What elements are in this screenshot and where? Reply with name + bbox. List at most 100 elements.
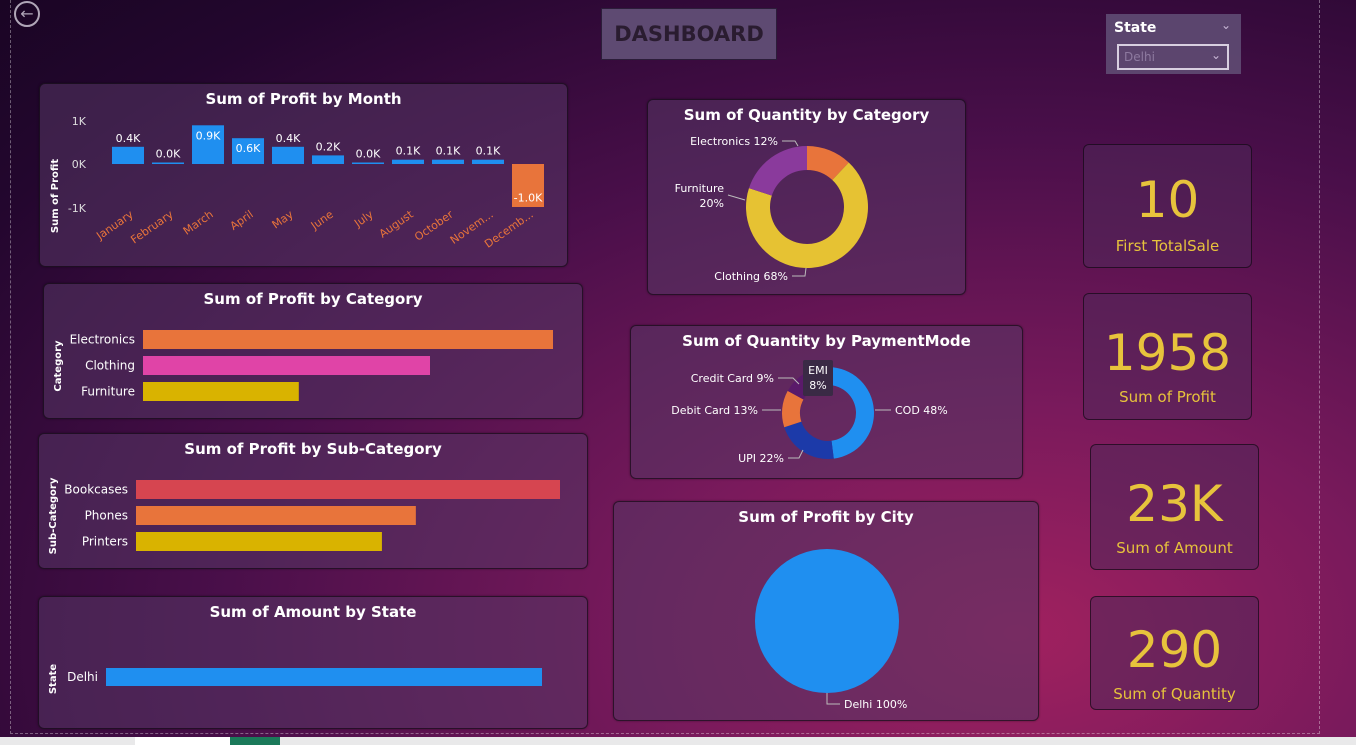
slice-label: 20% (700, 197, 724, 210)
slice-label: Electronics 12% (690, 135, 778, 148)
amount-by-state-card[interactable]: Sum of Amount by State State Delhi (38, 596, 588, 729)
data-label: 0.9K (196, 129, 221, 142)
data-label: 0.2K (316, 140, 341, 153)
bar[interactable] (136, 506, 416, 525)
data-label: 0.0K (356, 148, 381, 161)
quantity-by-paymentmode-card[interactable]: Sum of Quantity by PaymentMode COD 48% UP… (630, 325, 1023, 479)
pie-slice[interactable] (748, 146, 807, 196)
profit-by-city-card[interactable]: Sum of Profit by City Delhi 100% (613, 501, 1039, 721)
profit-by-category-card[interactable]: Sum of Profit by Category Category Elect… (43, 283, 583, 419)
x-tick: August (377, 207, 417, 240)
kpi-label: Sum of Profit (1119, 388, 1216, 406)
state-slicer[interactable]: State ⌄ Delhi ⌄ (1106, 14, 1241, 74)
kpi-value: 10 (1135, 171, 1200, 229)
amount-by-state-chart: State Delhi (48, 664, 542, 695)
data-label: -1.0K (514, 192, 543, 205)
back-arrow-icon[interactable]: ← (14, 1, 40, 27)
leader-line (782, 140, 799, 147)
category-label: Electronics (70, 333, 135, 347)
kpi-label: Sum of Amount (1116, 539, 1233, 557)
tooltip-value: 8% (809, 379, 826, 392)
leader-line (826, 693, 840, 705)
pie-slice[interactable] (784, 421, 834, 459)
data-label: 0.0K (156, 148, 181, 161)
category-label: Furniture (81, 385, 135, 399)
slice-label: Delhi 100% (844, 698, 907, 711)
kpi-label: First TotalSale (1115, 237, 1220, 255)
y-tick: 0K (72, 158, 87, 171)
bar[interactable] (143, 356, 430, 375)
axis-label: Category (53, 340, 64, 392)
x-tick: February (128, 208, 176, 247)
category-label: Phones (85, 509, 128, 523)
bar[interactable] (272, 146, 304, 164)
leader-line (727, 194, 746, 201)
bar[interactable] (152, 162, 184, 165)
kpi-sum-of-profit[interactable]: 1958 Sum of Profit (1083, 293, 1252, 420)
profit-by-category-chart: Category Electronics Clothing Furniture (53, 330, 553, 401)
y-tick: 1K (72, 115, 87, 128)
data-label: 0.1K (436, 145, 461, 158)
axis-label: State (48, 664, 59, 695)
active-page-tab[interactable] (230, 737, 280, 745)
kpi-sum-of-quantity[interactable]: 290 Sum of Quantity (1090, 596, 1259, 710)
dropdown-chevron-icon: ⌄ (1210, 48, 1221, 62)
kpi-first-totalsale[interactable]: 10 First TotalSale (1083, 144, 1252, 268)
bar[interactable] (352, 162, 384, 165)
bar[interactable] (392, 159, 424, 164)
state-dropdown[interactable]: Delhi ⌄ (1117, 44, 1229, 70)
chevron-down-icon[interactable]: ⌄ (1221, 18, 1231, 32)
axis-label: Sub-Category (48, 477, 59, 554)
bar[interactable] (143, 330, 553, 349)
page-tab[interactable] (135, 737, 230, 745)
x-tick: May (270, 208, 296, 232)
kpi-value: 290 (1126, 621, 1223, 679)
bar[interactable] (112, 146, 144, 164)
data-label: 0.6K (236, 142, 261, 155)
x-tick: April (228, 208, 256, 233)
x-tick: June (308, 208, 336, 233)
kpi-label: Sum of Quantity (1113, 685, 1236, 703)
bottom-tab-bar (0, 737, 1356, 745)
quantity-by-paymentmode-chart: COD 48% UPI 22% Debit Card 13% Credit Card … (671, 360, 948, 465)
kpi-sum-of-amount[interactable]: 23K Sum of Amount (1090, 444, 1259, 570)
leader-line (788, 449, 804, 459)
category-label: Delhi (67, 670, 98, 684)
y-tick: -1K (68, 202, 87, 215)
profit-by-month-chart: Sum of Profit 1K 0K -1K 0.4KJanuary0.0KF… (50, 115, 544, 251)
axis-label: Sum of Profit (50, 159, 61, 233)
kpi-value: 23K (1126, 475, 1223, 533)
bar[interactable] (432, 159, 464, 164)
slice-label: Clothing 68% (714, 270, 788, 283)
bar[interactable] (136, 480, 560, 499)
x-tick: March (181, 208, 216, 238)
slice-label: UPI 22% (738, 452, 784, 465)
bar[interactable] (136, 532, 382, 551)
quantity-by-category-card[interactable]: Sum of Quantity by Category Electronics … (647, 99, 966, 295)
slicer-title: State (1114, 20, 1157, 36)
quantity-by-category-chart: Electronics 12% Furniture 20% Clothing 68% (675, 135, 868, 283)
profit-by-city-chart: Delhi 100% (755, 549, 907, 711)
profit-by-month-card[interactable]: Sum of Profit by Month Sum of Profit 1K … (39, 83, 568, 267)
data-label: 0.4K (116, 132, 141, 145)
kpi-value: 1958 (1103, 324, 1232, 382)
bar[interactable] (143, 382, 299, 401)
slice-label: Debit Card 13% (671, 404, 758, 417)
bar[interactable] (472, 159, 504, 164)
category-label: Bookcases (64, 483, 128, 497)
data-label: 0.1K (476, 145, 501, 158)
pie-slice[interactable] (828, 367, 875, 459)
slice-label: Credit Card 9% (691, 372, 774, 385)
bar[interactable] (312, 155, 344, 164)
leader-line (792, 267, 807, 277)
profit-by-subcategory-chart: Sub-Category Bookcases Phones Printers (48, 477, 560, 554)
x-tick: July (351, 208, 376, 231)
slice-label: COD 48% (895, 404, 948, 417)
slice-label: Furniture (675, 182, 725, 195)
dashboard-title-button[interactable]: DASHBOARD (601, 8, 777, 60)
profit-by-subcategory-card[interactable]: Sum of Profit by Sub-Category Sub-Catego… (38, 433, 588, 569)
bar[interactable] (106, 668, 542, 686)
tooltip-name: EMI (808, 364, 828, 377)
data-label: 0.4K (276, 132, 301, 145)
pie-slice[interactable] (755, 549, 899, 693)
